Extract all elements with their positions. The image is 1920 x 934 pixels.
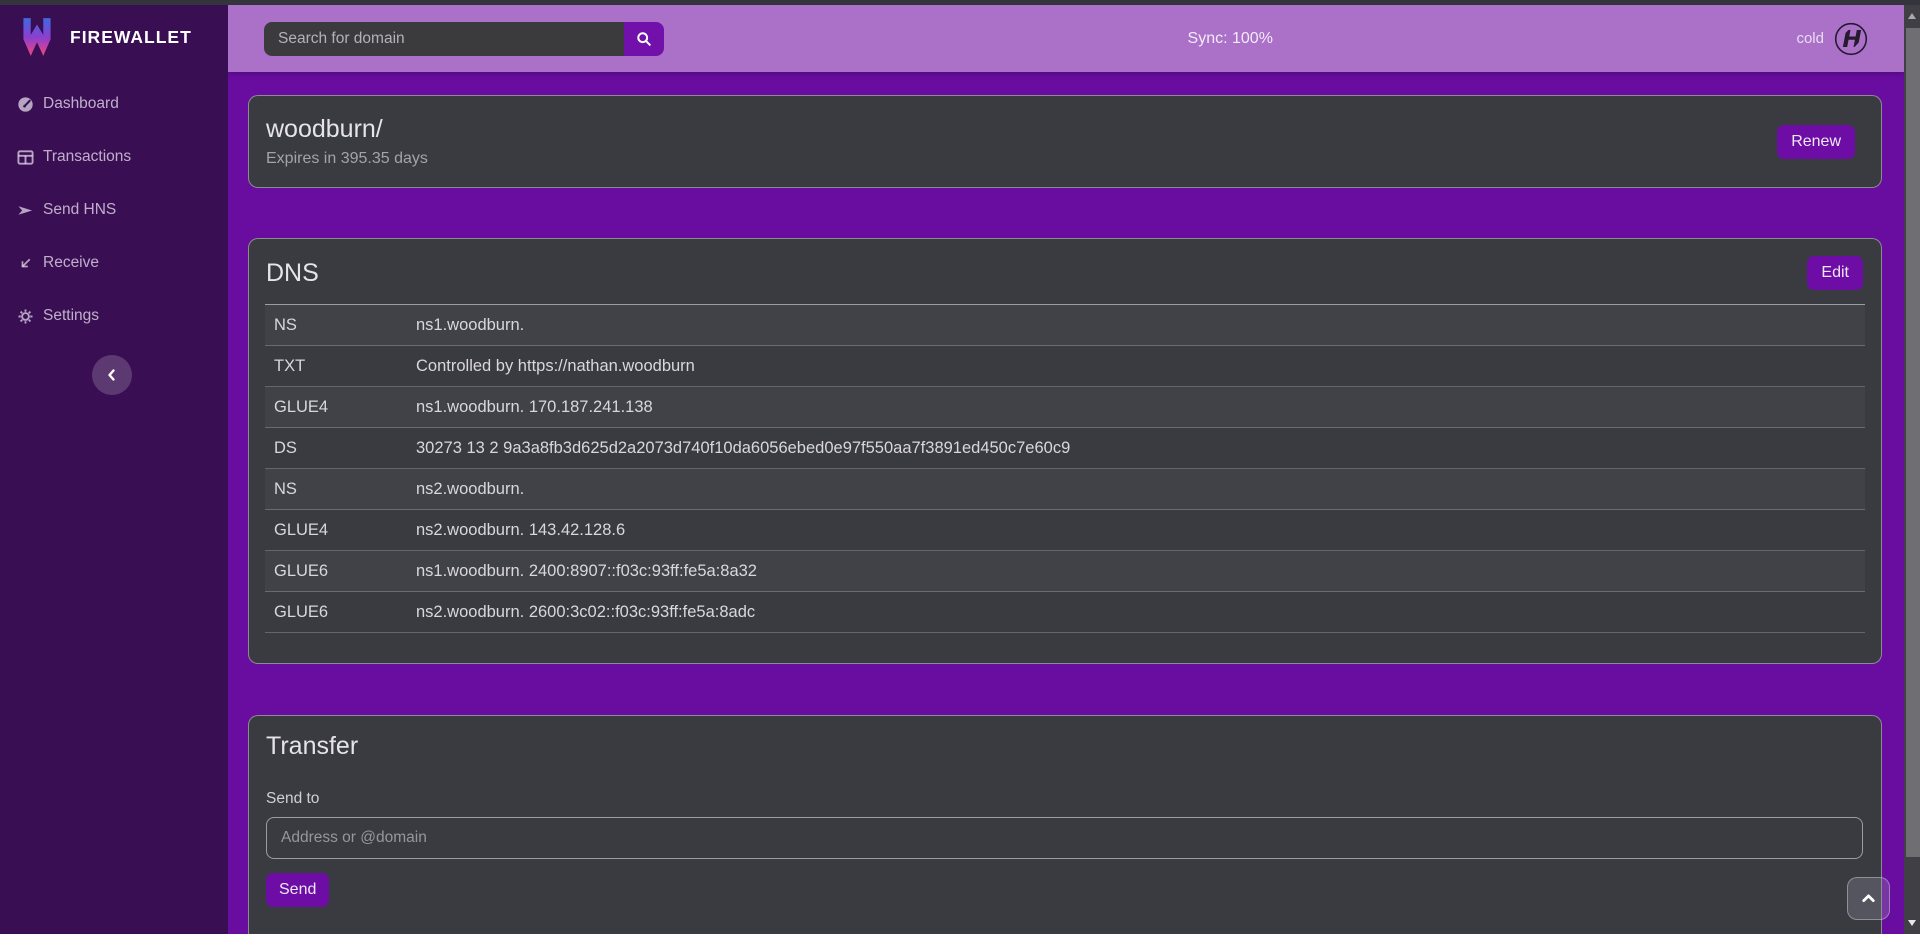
dns-record-value: ns2.woodburn. 2600:3c02::f03c:93ff:fe5a:… — [416, 603, 1865, 622]
scrollbar-thumb[interactable] — [1906, 28, 1920, 857]
dns-record-type: GLUE6 — [274, 562, 416, 581]
triangle-down-icon — [1908, 920, 1916, 926]
app-window: FIREWALLET Dashboard Transactions Send H… — [0, 0, 1920, 934]
domain-title: woodburn/ — [266, 115, 428, 144]
chevron-left-icon — [104, 367, 120, 383]
sidebar: FIREWALLET Dashboard Transactions Send H… — [0, 5, 228, 934]
send-icon — [16, 201, 34, 219]
triangle-up-icon — [1908, 13, 1916, 19]
search-input[interactable] — [264, 22, 624, 56]
sidebar-nav: Dashboard Transactions Send HNS Receive — [0, 94, 228, 326]
sidebar-item-label: Transactions — [43, 148, 131, 166]
dns-card-header: DNS Edit — [249, 239, 1881, 304]
dns-record-row: GLUE6ns2.woodburn. 2600:3c02::f03c:93ff:… — [265, 592, 1865, 633]
dns-record-row: TXTControlled by https://nathan.woodburn — [265, 346, 1865, 387]
renew-button[interactable]: Renew — [1777, 125, 1855, 159]
dns-record-type: DS — [274, 439, 416, 458]
sidebar-item-label: Receive — [43, 254, 99, 272]
sidebar-collapse-button[interactable] — [92, 355, 132, 395]
scrollbar-down-arrow[interactable] — [1904, 914, 1920, 932]
window-scrollbar — [1904, 5, 1920, 934]
sidebar-item-receive[interactable]: Receive — [16, 253, 228, 273]
handshake-logo-icon[interactable]: H — [1834, 22, 1868, 56]
dns-record-row: GLUE4ns2.woodburn. 143.42.128.6 — [265, 510, 1865, 551]
domain-search — [264, 22, 664, 56]
dns-record-value: ns2.woodburn. — [416, 480, 1865, 499]
domain-card: woodburn/ Expires in 395.35 days Renew — [248, 95, 1882, 188]
dns-record-value: ns2.woodburn. 143.42.128.6 — [416, 521, 1865, 540]
page-content: woodburn/ Expires in 395.35 days Renew D… — [228, 72, 1904, 934]
dns-record-type: GLUE6 — [274, 603, 416, 622]
dns-record-value: ns1.woodburn. 170.187.241.138 — [416, 398, 1865, 417]
gear-icon — [16, 307, 34, 325]
domain-card-text: woodburn/ Expires in 395.35 days — [266, 115, 428, 168]
sidebar-item-transactions[interactable]: Transactions — [16, 147, 228, 167]
dns-record-type: TXT — [274, 357, 416, 376]
domain-expiry: Expires in 395.35 days — [266, 150, 428, 168]
dns-table: NSns1.woodburn.TXTControlled by https://… — [265, 305, 1865, 633]
dns-title: DNS — [266, 259, 319, 288]
dns-card: DNS Edit NSns1.woodburn.TXTControlled by… — [248, 238, 1882, 664]
dns-record-type: NS — [274, 480, 416, 499]
scroll-to-top-button[interactable] — [1847, 877, 1890, 920]
dns-record-row: NSns2.woodburn. — [265, 469, 1865, 510]
scrollbar-up-arrow[interactable] — [1904, 7, 1920, 25]
dns-record-value: 30273 13 2 9a3a8fb3d625d2a2073d740f10da6… — [416, 439, 1865, 458]
dns-record-type: GLUE4 — [274, 398, 416, 417]
wallet-name-label: cold — [1796, 30, 1824, 47]
brand: FIREWALLET — [0, 5, 228, 60]
dns-record-row: GLUE6ns1.woodburn. 2400:8907::f03c:93ff:… — [265, 551, 1865, 592]
sidebar-item-send-hns[interactable]: Send HNS — [16, 200, 228, 220]
chevron-up-icon — [1860, 890, 1877, 907]
dns-record-type: NS — [274, 316, 416, 335]
sync-status: Sync: 100% — [664, 30, 1796, 48]
topbar: Sync: 100% cold H — [228, 5, 1904, 72]
firewallet-logo-icon — [16, 14, 58, 60]
gauge-icon — [16, 95, 34, 113]
dns-record-type: GLUE4 — [274, 521, 416, 540]
magnifier-icon — [636, 31, 652, 47]
window-top-strip — [0, 0, 1920, 5]
sidebar-item-label: Send HNS — [43, 201, 116, 219]
search-button[interactable] — [624, 22, 664, 56]
send-to-label: Send to — [266, 790, 1863, 808]
dns-record-value: ns1.woodburn. — [416, 316, 1865, 335]
edit-dns-button[interactable]: Edit — [1807, 256, 1863, 290]
main-area: Sync: 100% cold H woodburn/ Expires in 3… — [228, 5, 1904, 934]
dns-record-value: ns1.woodburn. 2400:8907::f03c:93ff:fe5a:… — [416, 562, 1865, 581]
transfer-card: Transfer Send to Send — [248, 715, 1882, 934]
transfer-address-input[interactable] — [266, 817, 1863, 859]
table-icon — [16, 148, 34, 166]
sidebar-item-label: Dashboard — [43, 95, 119, 113]
sidebar-item-dashboard[interactable]: Dashboard — [16, 94, 228, 114]
receive-icon — [16, 254, 34, 272]
dns-record-value: Controlled by https://nathan.woodburn — [416, 357, 1865, 376]
transfer-title: Transfer — [266, 732, 1863, 761]
sidebar-item-label: Settings — [43, 307, 99, 325]
dns-record-row: DS30273 13 2 9a3a8fb3d625d2a2073d740f10d… — [265, 428, 1865, 469]
brand-name: FIREWALLET — [70, 27, 192, 48]
dns-record-row: GLUE4ns1.woodburn. 170.187.241.138 — [265, 387, 1865, 428]
dns-record-row: NSns1.woodburn. — [265, 305, 1865, 346]
send-transfer-button[interactable]: Send — [266, 873, 329, 907]
sidebar-item-settings[interactable]: Settings — [16, 306, 228, 326]
